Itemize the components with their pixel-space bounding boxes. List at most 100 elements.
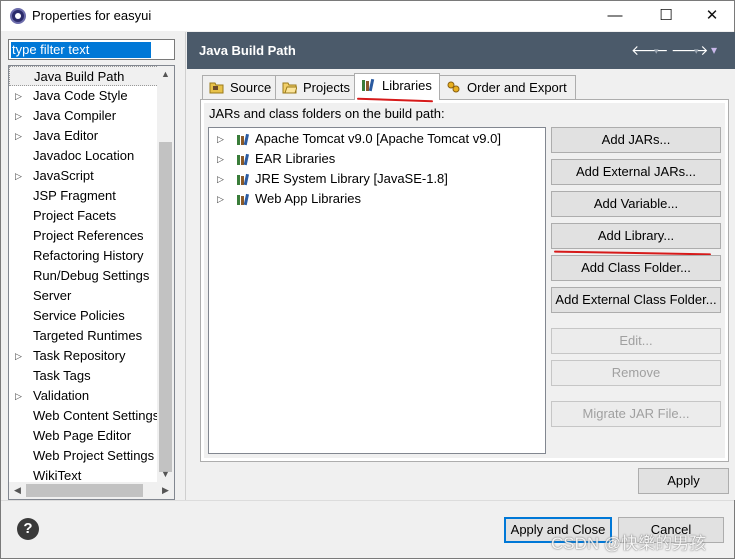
sidebar-item[interactable]: ▷ Java Editor [9,126,159,146]
scroll-left-arrow-icon[interactable]: ◀ [9,482,26,499]
library-item-label: Apache Tomcat v9.0 [Apache Tomcat v9.0] [255,131,501,146]
help-icon[interactable]: ? [17,518,39,540]
add-external-class-folder-button[interactable]: Add External Class Folder... [551,287,721,313]
forward-arrow-icon[interactable]: 🡒 [671,42,709,59]
sidebar-item-label: Java Editor [33,128,99,143]
add-variable-button[interactable]: Add Variable... [551,191,721,217]
back-arrow-icon[interactable]: 🡐 [631,42,669,59]
sidebar-item[interactable]: ▷ JavaScript [9,166,159,186]
sidebar-item[interactable]: Project Facets [9,206,159,226]
sidebar-item[interactable]: Web Content Settings [9,406,159,426]
sidebar-item-label: Project Facets [33,208,117,223]
add-class-folder-button[interactable]: Add Class Folder... [551,255,721,281]
sidebar-item-label: Web Page Editor [33,428,132,443]
filter-input[interactable]: type filter text [8,39,175,60]
tab-source[interactable]: Source [202,75,276,99]
close-button[interactable]: ✕ [689,1,735,31]
sidebar-item-label: Refactoring History [33,248,144,263]
sidebar-item[interactable]: Run/Debug Settings [9,266,159,286]
page-title: Java Build Path [199,43,296,58]
properties-dialog: Properties for easyui — ☐ ✕ type filter … [0,0,735,559]
expand-arrow-icon[interactable]: ▷ [15,346,22,366]
eclipse-icon [10,8,26,24]
watermark: CSDN @快樂的男孩 [551,534,707,553]
expand-arrow-icon[interactable]: ▷ [217,149,224,169]
expand-arrow-icon[interactable]: ▷ [217,169,224,189]
tab-libraries-label: Libraries [382,78,432,93]
projects-icon [282,82,297,94]
library-item[interactable]: ▷ JRE System Library [JavaSE-1.8] [209,169,539,189]
sidebar-item-label: Targeted Runtimes [33,328,143,343]
scroll-up-arrow-icon[interactable]: ▲ [157,66,174,83]
library-tree[interactable]: ▷ Apache Tomcat v9.0 [Apache Tomcat v9.0]… [208,127,546,454]
sidebar-item[interactable]: Service Policies [9,306,159,326]
library-item[interactable]: ▷ EAR Libraries [209,149,539,169]
expand-arrow-icon[interactable]: ▷ [217,189,224,209]
expand-arrow-icon[interactable]: ▷ [15,126,22,146]
apply-button[interactable]: Apply [638,468,729,494]
sidebar-item[interactable]: Targeted Runtimes [9,326,159,346]
remove-button[interactable]: Remove [551,360,721,386]
sidebar-item-label: Java Code Style [33,88,128,103]
library-icon [237,173,249,186]
maximize-button[interactable]: ☐ [643,1,689,31]
sidebar-item-label: Javadoc Location [33,148,135,163]
filter-input-text[interactable]: type filter text [11,42,151,58]
library-item[interactable]: ▷ Apache Tomcat v9.0 [Apache Tomcat v9.0] [209,129,539,149]
sidebar-item[interactable]: JSP Fragment [9,186,159,206]
expand-arrow-icon[interactable]: ▷ [15,166,22,186]
title-bar: Properties for easyui — ☐ ✕ [1,1,734,31]
sidebar-item[interactable]: Task Tags [9,366,159,386]
sidebar-item[interactable]: Web Page Editor [9,426,159,446]
page-header: Java Build Path 🡐 ▾ 🡒 ▾ ▾ [187,32,735,69]
tab-order-and-export-label: Order and Export [467,80,567,95]
sidebar-item[interactable]: Project References [9,226,159,246]
add-library-button[interactable]: Add Library... [551,223,721,249]
footer-divider [1,500,734,501]
scroll-down-arrow-icon[interactable]: ▼ [157,466,174,483]
source-folder-icon [209,82,224,94]
minimize-button[interactable]: — [592,1,638,31]
library-item[interactable]: ▷ Web App Libraries [209,189,539,209]
sidebar-item[interactable]: ▷ Java Code Style [9,86,159,106]
expand-arrow-icon[interactable]: ▷ [15,106,22,126]
library-icon [237,133,249,146]
preference-tree[interactable]: WikiText Web Project Settings Web Page Edi… [8,65,175,500]
sidebar-item-label: JSP Fragment [33,188,116,203]
vertical-scroll-thumb[interactable] [159,142,172,472]
tab-projects[interactable]: Projects [275,75,355,99]
sidebar-item[interactable]: Javadoc Location [9,146,159,166]
expand-arrow-icon[interactable]: ▷ [15,386,22,406]
scroll-right-arrow-icon[interactable]: ▶ [157,482,174,499]
sidebar-item-label: Service Policies [33,308,125,323]
tab-libraries[interactable]: Libraries [354,73,440,100]
edit-button[interactable]: Edit... [551,328,721,354]
sidebar-item-label: Task Repository [33,348,126,363]
sidebar-item-label: Validation [33,388,90,403]
library-item-label: EAR Libraries [255,151,336,166]
sidebar-item[interactable]: Refactoring History [9,246,159,266]
sidebar-item[interactable]: ▷ Validation [9,386,159,406]
tab-projects-label: Projects [303,80,350,95]
sidebar-item-label: Task Tags [33,368,91,383]
library-icon [237,153,249,166]
migrate-jar-button[interactable]: Migrate JAR File... [551,401,721,427]
expand-arrow-icon[interactable]: ▷ [15,86,22,106]
sidebar-item[interactable]: Web Project Settings [9,446,159,466]
vertical-scrollbar[interactable]: ▲ ▼ [157,66,174,483]
forward-dropdown-icon[interactable]: ▾ [694,46,699,57]
add-jars-button[interactable]: Add JARs... [551,127,721,153]
tab-source-label: Source [230,80,272,95]
sidebar-item[interactable]: Server [9,286,159,306]
horizontal-scrollbar[interactable]: ◀ ▶ [9,482,174,499]
view-menu-icon[interactable]: ▾ [711,43,717,57]
add-external-jars-button[interactable]: Add External JARs... [551,159,721,185]
sidebar-item[interactable]: ▷ Task Repository [9,346,159,366]
expand-arrow-icon[interactable]: ▷ [217,129,224,149]
library-item-label: Web App Libraries [255,191,361,206]
horizontal-scroll-thumb[interactable] [26,484,143,497]
tab-order-and-export[interactable]: Order and Export [439,75,576,99]
sidebar-item[interactable]: Java Build Path [9,66,159,86]
back-dropdown-icon[interactable]: ▾ [654,46,659,57]
sidebar-item[interactable]: ▷ Java Compiler [9,106,159,126]
